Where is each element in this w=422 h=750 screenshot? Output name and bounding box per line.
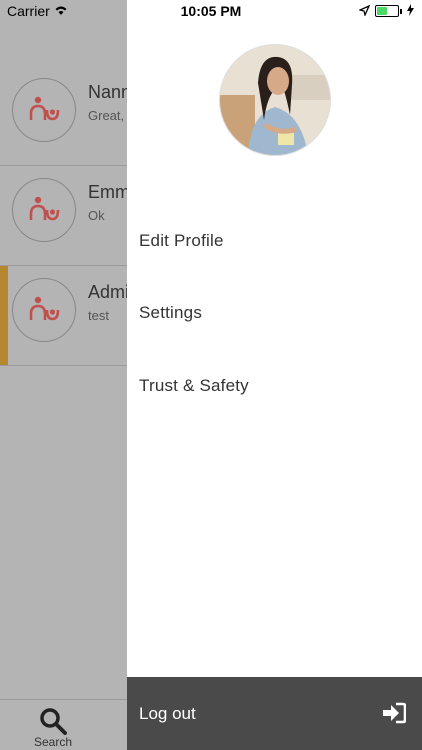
search-icon bbox=[40, 708, 67, 735]
sign-in-icon bbox=[383, 702, 406, 724]
location-arrow-icon bbox=[358, 3, 371, 19]
chat-row-admin[interactable]: Admin test bbox=[0, 266, 139, 366]
app-logo-icon bbox=[29, 296, 60, 321]
chat-preview: test bbox=[88, 308, 109, 323]
battery-icon bbox=[375, 5, 399, 17]
charging-bolt-icon bbox=[407, 3, 414, 19]
status-icons bbox=[358, 3, 414, 19]
battery-level bbox=[377, 7, 387, 15]
menu-edit-profile[interactable]: Edit Profile bbox=[139, 231, 224, 251]
chat-row-nanny[interactable]: Nanny Great, bbox=[0, 66, 140, 166]
side-drawer: Edit Profile Settings Trust & Safety Log… bbox=[127, 0, 422, 750]
tab-bar: Search bbox=[0, 699, 127, 750]
menu-trust-safety[interactable]: Trust & Safety bbox=[139, 376, 249, 396]
tab-search-label: Search bbox=[33, 735, 73, 749]
profile-photo-image bbox=[220, 45, 330, 155]
chat-row-emma[interactable]: Emma Ok bbox=[0, 166, 140, 266]
logout-button[interactable]: Log out bbox=[127, 677, 422, 750]
app-logo-icon bbox=[29, 196, 60, 221]
chat-preview: Great, bbox=[88, 108, 125, 123]
status-bar: Carrier 10:05 PM bbox=[0, 0, 422, 22]
avatar bbox=[12, 78, 76, 142]
menu-settings[interactable]: Settings bbox=[139, 303, 202, 323]
avatar bbox=[12, 278, 76, 342]
selected-indicator bbox=[0, 266, 8, 365]
chat-preview: Ok bbox=[88, 208, 105, 223]
profile-photo[interactable] bbox=[219, 44, 331, 156]
logout-label: Log out bbox=[139, 704, 196, 723]
app-logo-icon bbox=[29, 96, 60, 121]
avatar bbox=[12, 178, 76, 242]
battery-tip bbox=[400, 8, 402, 14]
